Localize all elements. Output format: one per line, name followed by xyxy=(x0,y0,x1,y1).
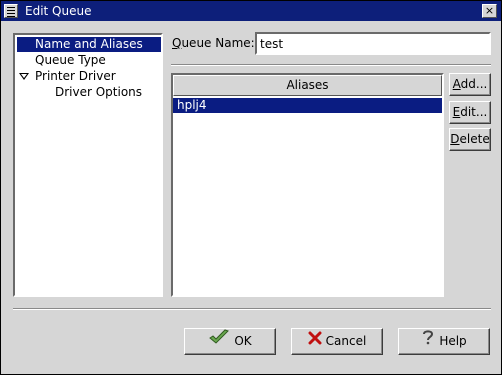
tree-item-name-and-aliases[interactable]: Name and Aliases xyxy=(17,37,161,52)
tree-item-driver-options[interactable]: Driver Options xyxy=(55,85,142,100)
section-tree: Name and Aliases Queue Type Printer Driv… xyxy=(13,33,163,297)
queue-name-input[interactable] xyxy=(255,32,491,55)
tree-item-printer-driver[interactable]: Printer Driver xyxy=(35,69,116,84)
queue-name-label: Queue Name: xyxy=(172,36,255,50)
edit-alias-button[interactable]: Edit... xyxy=(449,101,491,124)
check-arrow-icon xyxy=(208,329,230,354)
aliases-list[interactable]: Aliases hplj4 xyxy=(171,73,444,297)
cancel-button[interactable]: Cancel xyxy=(291,328,383,355)
title-bar[interactable]: Edit Queue × xyxy=(1,1,501,21)
ok-button[interactable]: OK xyxy=(184,328,276,355)
aliases-column-header[interactable]: Aliases xyxy=(173,75,442,96)
add-alias-button[interactable]: Add... xyxy=(449,73,491,96)
delete-alias-button[interactable]: Delete xyxy=(449,128,491,151)
alias-row[interactable]: hplj4 xyxy=(173,98,442,113)
edit-queue-dialog: Edit Queue × Name and Aliases Queue Type… xyxy=(0,0,502,375)
question-icon xyxy=(421,329,435,354)
close-icon: × xyxy=(484,4,495,17)
red-x-icon xyxy=(308,329,322,354)
bottom-separator xyxy=(13,308,491,310)
help-button[interactable]: Help xyxy=(398,328,490,355)
expander-triangle-icon[interactable] xyxy=(19,73,29,80)
window-title: Edit Queue xyxy=(25,4,92,18)
window-menu-icon[interactable] xyxy=(4,4,18,18)
close-button[interactable]: × xyxy=(482,4,497,18)
separator xyxy=(171,64,491,66)
tree-item-queue-type[interactable]: Queue Type xyxy=(35,53,106,68)
